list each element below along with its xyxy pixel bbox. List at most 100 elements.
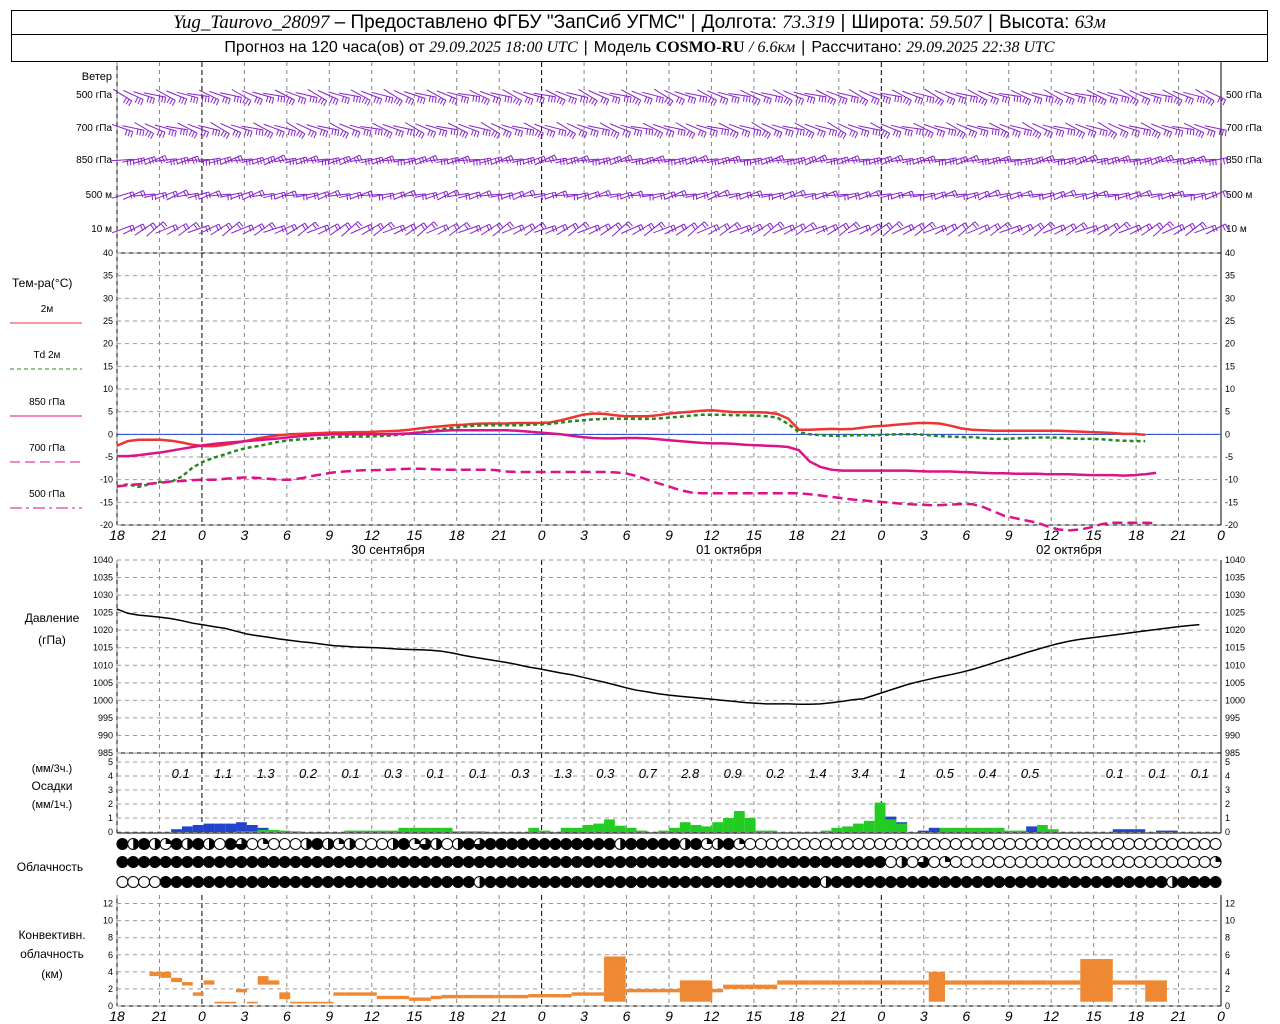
cloud-symbol [138,856,151,868]
temp-ytick-right: -10 [1225,475,1238,485]
wind-barb-flag [530,99,534,105]
cloud-symbol [776,876,789,888]
precip-rain-bar [430,827,442,832]
wind-barb-flag [354,130,358,137]
wind-barb-flag [1095,96,1098,103]
wind-barb-flag [1076,130,1080,136]
wind-barb-flag [738,193,741,200]
wind-barb-flag [876,191,880,198]
convective-bar [441,994,453,999]
precip-rain-bar [939,827,951,832]
wind-barb-flag [783,97,788,103]
wind-barb-flag [757,158,760,165]
conv-ytick-left: 12 [103,899,113,909]
wind-barb-flag [1222,99,1227,106]
wind-barb-flag [1059,100,1064,106]
cloud-symbol [354,838,367,850]
cloud-symbol [830,838,843,850]
cloud-symbol [300,876,313,888]
cloud-symbol [884,856,897,868]
wind-barb-flag [591,98,596,105]
wind-barb-flag [388,96,391,103]
wind-barb-flag [732,131,737,138]
wind-barb-flag [778,132,783,139]
wind-barb-flag [315,97,318,104]
wind-barb-flag [693,222,699,229]
wind-barb-flag [1199,96,1203,103]
wind-barb-shaft [133,91,155,99]
wind-barb-flag [1016,96,1019,103]
cloud-symbol [852,876,865,888]
convective-bar [733,984,745,989]
wind-barb-flag [373,96,377,103]
cloud-symbol [625,838,638,850]
wind-barb-flag [383,129,388,136]
wind-barb-shaft [923,191,945,199]
cloud-symbol [884,838,897,850]
cloud-fraction [165,838,172,844]
wind-barb-flag [926,96,929,103]
wind-barb-flag [1028,158,1031,165]
wind-barb-flag [917,97,921,104]
wind-barb-flag [375,128,377,135]
wind-barb-flag [983,130,986,137]
wind-barb-flag [254,96,258,103]
time-tick-bottom: 21 [830,1008,847,1024]
wind-barb-flag [933,155,937,162]
wind-barb-shaft [826,156,848,164]
wind-barb-flag [662,155,666,162]
pressure-ytick-left: 1040 [93,555,113,565]
wind-barb-flag [232,129,236,136]
cloud-symbol [982,838,995,850]
wind-barb-flag [377,224,382,231]
wind-barb-flag [837,130,842,136]
wind-barb-flag [600,96,604,103]
wind-barb-flag [1154,131,1159,138]
wind-barb-flag [822,131,826,138]
wind-barb-flag [571,97,575,104]
wind-barb-flag [420,133,425,139]
wind-barb-flag [975,97,978,104]
convective-bar [755,984,767,989]
precip-rain-bar [452,831,464,832]
wind-barb-flag [507,96,510,103]
wind-barb-flag [290,129,293,136]
date-label: 30 сентября [351,542,425,557]
cloud-symbol [549,856,562,868]
precip-rain-bar [236,831,247,832]
precip-3h-total: 1.3 [257,766,276,781]
precip-rain-bar [582,825,594,832]
wind-barb-flag [1033,96,1037,103]
wind-barb-flag [892,129,896,136]
cloud-symbol [1133,876,1146,888]
wind-barb-flag [558,129,561,136]
wind-barb-flag [933,193,936,200]
cloud-symbol [928,856,941,868]
cloud-symbol [776,856,789,868]
wind-barb-flag [741,129,745,136]
wind-barb-flag [1065,96,1070,103]
wind-barb-flag [1167,223,1172,229]
wind-barb-flag [583,132,588,139]
wind-barb-flag [529,191,534,198]
cloud-symbol [148,856,161,868]
wind-barb-flag [939,130,943,137]
precip-3h-total: 0.2 [766,766,785,781]
wind-barb-flag [648,224,653,231]
precip-rain-bar [950,827,962,832]
convective-tower [1080,959,1113,1002]
convective-bar [1047,980,1059,985]
wind-barb-flag [460,96,464,103]
pressure-ytick-left: 990 [98,730,113,740]
wind-barb-flag [876,99,880,106]
date-label: 01 октября [696,542,762,557]
conv-ytick-left: 8 [108,933,113,943]
cloud-symbol [1068,856,1081,868]
wind-barb-flag [1132,98,1137,105]
cloud-symbol [1123,838,1135,850]
precip-3h-total: 1.3 [554,766,573,781]
cloud-symbol [138,838,151,850]
wind-barb-flag [961,133,966,139]
wind-barb-flag [1143,128,1146,135]
wind-barb-flag [341,96,345,103]
